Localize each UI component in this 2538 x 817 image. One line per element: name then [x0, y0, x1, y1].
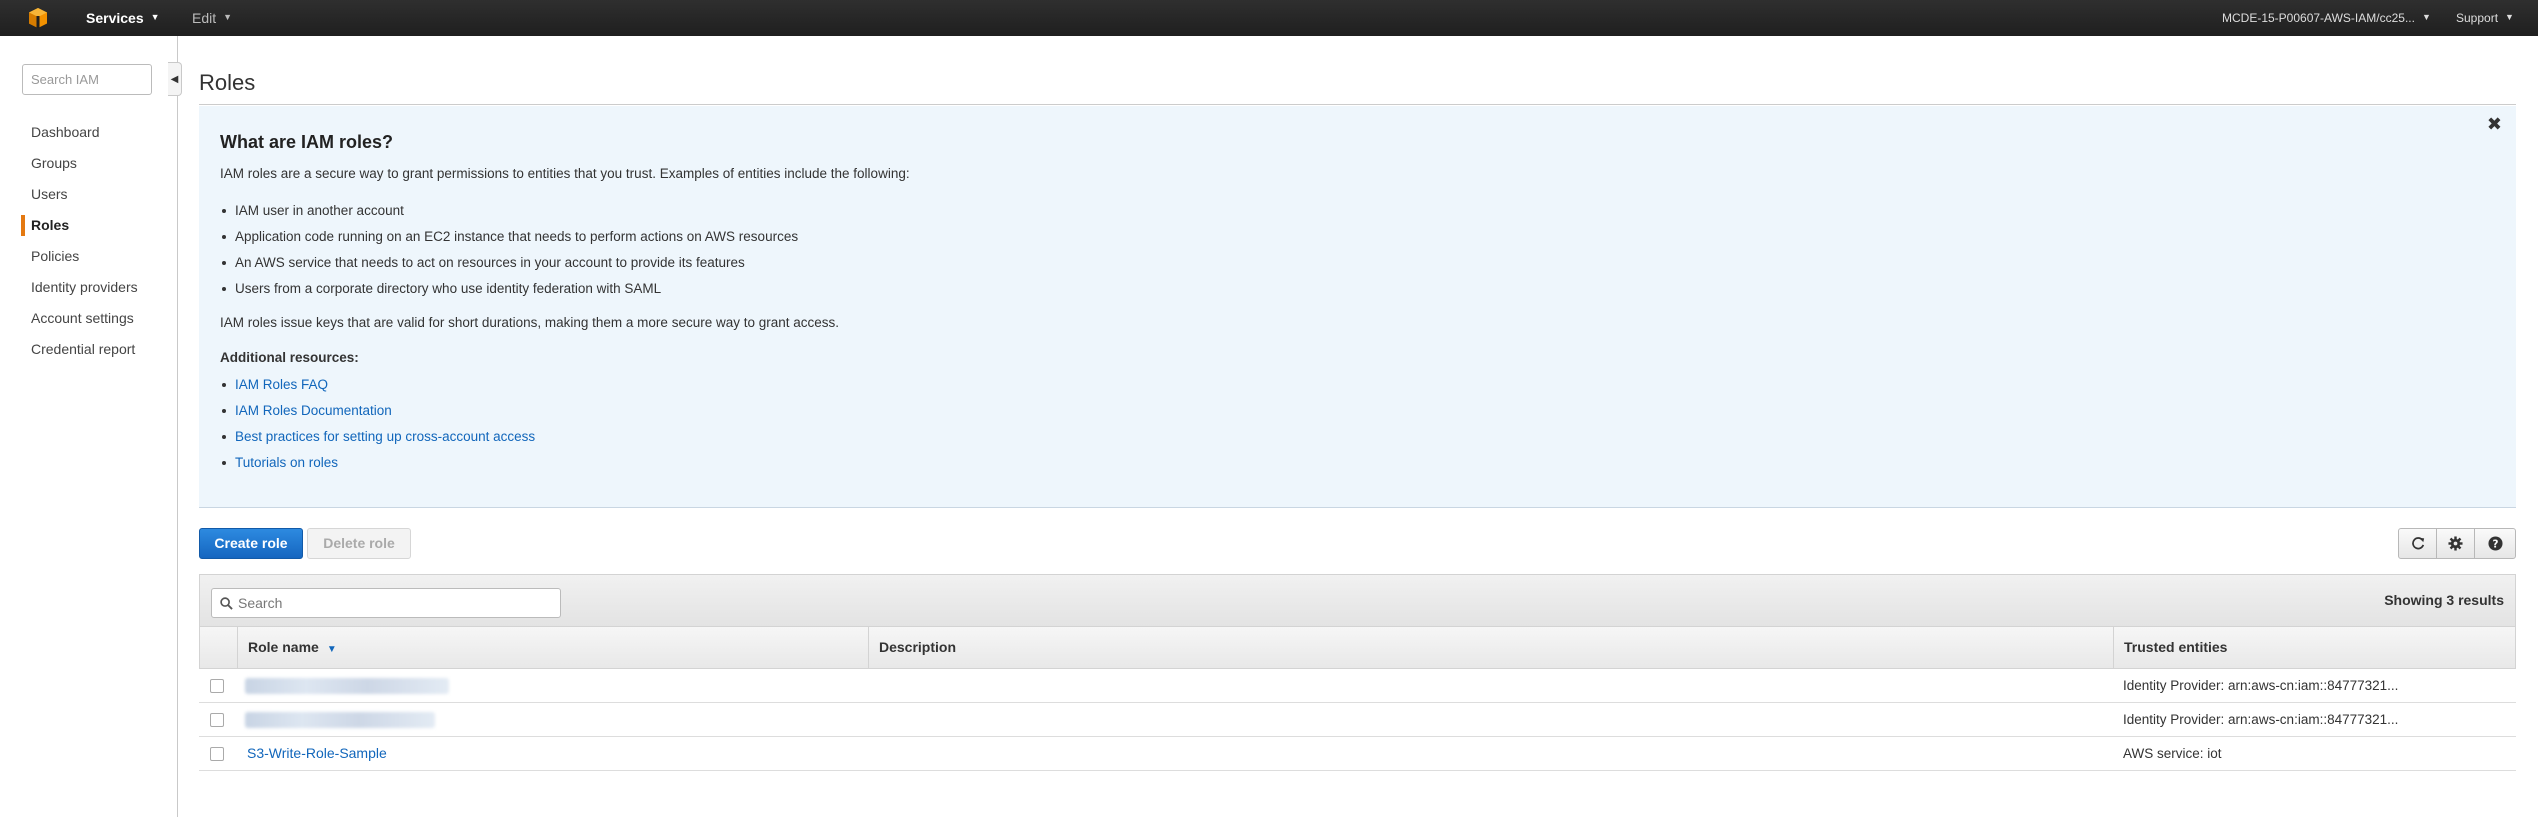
- sidebar-item-account-settings[interactable]: Account settings: [0, 303, 178, 334]
- chevron-down-icon: ▼: [2505, 12, 2514, 22]
- column-header-role-name[interactable]: Role name ▼: [238, 627, 869, 668]
- edit-label: Edit: [192, 10, 217, 26]
- sidebar-nav: Dashboard Groups Users Roles Policies Id…: [0, 117, 178, 365]
- search-iam-input[interactable]: [22, 64, 152, 95]
- refresh-icon: [2411, 536, 2424, 549]
- link-cross-account-best-practices[interactable]: Best practices for setting up cross-acco…: [220, 424, 535, 450]
- sidebar-item-roles[interactable]: Roles: [0, 210, 178, 241]
- sort-descending-icon[interactable]: ▼: [327, 644, 337, 655]
- entity-list: IAM user in another account Application …: [220, 198, 798, 302]
- resources-list: IAM Roles FAQ IAM Roles Documentation Be…: [220, 372, 535, 476]
- list-item: Application code running on an EC2 insta…: [220, 224, 798, 250]
- aws-logo-icon[interactable]: [26, 6, 50, 30]
- sidebar-item-groups[interactable]: Groups: [0, 148, 178, 179]
- title-divider: [199, 104, 2516, 105]
- page-title: Roles: [199, 70, 256, 95]
- caret-left-icon: ◀: [170, 73, 179, 85]
- redacted-role-name[interactable]: [245, 678, 449, 694]
- link-tutorials-on-roles[interactable]: Tutorials on roles: [220, 450, 535, 476]
- sidebar-item-identity-providers[interactable]: Identity providers: [0, 272, 178, 303]
- link-iam-roles-faq[interactable]: IAM Roles FAQ: [220, 372, 535, 398]
- info-intro: IAM roles are a secure way to grant perm…: [220, 166, 910, 181]
- settings-button[interactable]: [2436, 528, 2475, 559]
- select-all-column: [200, 627, 238, 668]
- support-menu[interactable]: Support ▼: [2456, 0, 2514, 36]
- column-header-trusted-entities[interactable]: Trusted entities: [2114, 627, 2517, 668]
- row-checkbox[interactable]: [210, 713, 224, 727]
- sidebar-item-users[interactable]: Users: [0, 179, 178, 210]
- edit-menu[interactable]: Edit ▼: [192, 0, 232, 36]
- account-menu[interactable]: MCDE-15-P00607-AWS-IAM/cc25... ▼: [2222, 0, 2431, 36]
- close-icon[interactable]: ✖: [2487, 114, 2502, 135]
- chevron-down-icon: ▼: [223, 12, 233, 22]
- trusted-entity: AWS service: iot: [2123, 746, 2222, 761]
- list-item: IAM user in another account: [220, 198, 798, 224]
- column-header-description[interactable]: Description: [869, 627, 2114, 668]
- search-icon: [220, 597, 233, 610]
- support-label: Support: [2456, 11, 2499, 25]
- list-item: An AWS service that needs to act on reso…: [220, 250, 798, 276]
- info-heading: What are IAM roles?: [220, 132, 394, 152]
- delete-role-button[interactable]: Delete role: [307, 528, 411, 559]
- help-icon: ?: [2487, 536, 2503, 551]
- info-note: IAM roles issue keys that are valid for …: [220, 315, 840, 330]
- account-label: MCDE-15-P00607-AWS-IAM/cc25...: [2222, 11, 2415, 25]
- info-panel: What are IAM roles? ✖ IAM roles are a se…: [199, 106, 2516, 508]
- table-row[interactable]: Identity Provider: arn:aws-cn:iam::84777…: [199, 669, 2516, 703]
- column-label: Role name: [248, 639, 319, 655]
- trusted-entity: Identity Provider: arn:aws-cn:iam::84777…: [2123, 712, 2399, 727]
- services-menu[interactable]: Services ▼: [86, 0, 160, 36]
- redacted-role-name[interactable]: [245, 712, 435, 728]
- svg-text:?: ?: [2492, 538, 2498, 550]
- services-label: Services: [86, 10, 144, 26]
- sidebar-item-credential-report[interactable]: Credential report: [0, 334, 178, 365]
- search-input[interactable]: [211, 588, 561, 618]
- row-checkbox[interactable]: [210, 747, 224, 761]
- top-navigation-bar: Services ▼ Edit ▼ MCDE-15-P00607-AWS-IAM…: [0, 0, 2538, 36]
- help-button[interactable]: ?: [2474, 528, 2516, 559]
- table-header: Role name ▼ Description Trusted entities: [199, 627, 2516, 669]
- create-role-button[interactable]: Create role: [199, 528, 303, 559]
- link-iam-roles-documentation[interactable]: IAM Roles Documentation: [220, 398, 535, 424]
- chevron-down-icon: ▼: [2421, 12, 2431, 22]
- table-row[interactable]: S3-Write-Role-Sample AWS service: iot: [199, 737, 2516, 771]
- chevron-down-icon: ▼: [150, 12, 160, 22]
- sidebar-collapse-button[interactable]: ◀: [168, 62, 182, 96]
- sidebar-item-policies[interactable]: Policies: [0, 241, 178, 272]
- results-count: Showing 3 results: [2384, 592, 2504, 608]
- resources-heading: Additional resources:: [220, 350, 359, 365]
- gear-icon: [2448, 536, 2463, 551]
- list-item: Users from a corporate directory who use…: [220, 276, 798, 302]
- table-row[interactable]: Identity Provider: arn:aws-cn:iam::84777…: [199, 703, 2516, 737]
- refresh-button[interactable]: [2398, 528, 2437, 559]
- role-name-link[interactable]: S3-Write-Role-Sample: [247, 737, 387, 770]
- sidebar-item-dashboard[interactable]: Dashboard: [0, 117, 178, 148]
- sidebar: Dashboard Groups Users Roles Policies Id…: [0, 36, 178, 817]
- table-filter-bar: Showing 3 results: [199, 574, 2516, 627]
- row-checkbox[interactable]: [210, 679, 224, 693]
- trusted-entity: Identity Provider: arn:aws-cn:iam::84777…: [2123, 678, 2399, 693]
